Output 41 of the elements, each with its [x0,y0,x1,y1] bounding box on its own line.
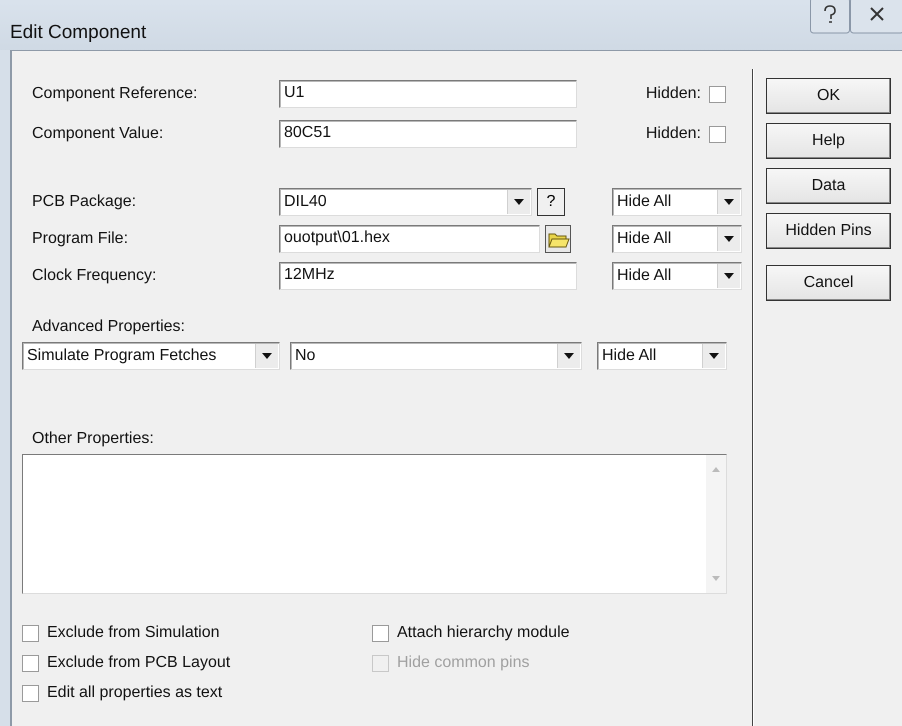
option-checkbox[interactable] [22,624,39,642]
visibility-dropdown[interactable]: Hide All [597,342,727,370]
help-icon[interactable] [810,0,850,34]
hidden-checkbox[interactable] [709,126,726,142]
text-field[interactable]: 80C51 [279,120,577,148]
dialog-button[interactable]: OK [766,78,891,114]
property-dropdown[interactable]: Simulate Program Fetches [22,342,280,370]
scroll-bar[interactable] [706,455,726,593]
close-icon[interactable] [850,0,902,34]
option-checkbox[interactable] [372,624,389,642]
option-checkbox[interactable] [22,654,39,672]
dialog-button[interactable]: Data [766,168,891,204]
package-dropdown[interactable]: DIL40 [279,188,532,216]
text-field[interactable]: U1 [279,80,577,108]
option-label[interactable]: Edit all properties as text [47,684,222,702]
option-checkbox[interactable] [22,684,39,702]
hidden-label: Hidden: [646,125,701,143]
field-label: Program File: [31,230,130,248]
field-label: Component Value: [31,125,164,143]
field-label: PCB Package: [31,193,138,211]
folder-icon[interactable] [545,225,571,253]
option-label[interactable]: Exclude from Simulation [47,624,220,642]
text-field[interactable]: ouotput\01.hex [279,225,540,253]
visibility-dropdown[interactable]: Hide All [612,262,742,290]
field-label: Clock Frequency: [31,267,158,285]
visibility-dropdown[interactable]: Hide All [612,225,742,253]
dialog-button[interactable]: Hidden Pins [766,213,891,249]
help-button[interactable]: ? [537,188,565,216]
option-label[interactable]: Attach hierarchy module [397,624,570,642]
option-label[interactable]: Exclude from PCB Layout [47,654,230,672]
hidden-label: Hidden: [646,85,701,103]
field-label: Component Reference: [31,85,198,103]
text-field[interactable]: 12MHz [279,262,577,290]
hidden-checkbox[interactable] [709,86,726,102]
section-label: Advanced Properties: [31,318,185,336]
window-title: Edit Component [10,22,146,44]
value-dropdown[interactable]: No [290,342,582,370]
dialog-button[interactable]: Help [766,123,891,159]
dialog-button[interactable]: Cancel [766,265,891,301]
visibility-dropdown[interactable]: Hide All [612,188,742,216]
section-label: Other Properties: [31,430,154,448]
